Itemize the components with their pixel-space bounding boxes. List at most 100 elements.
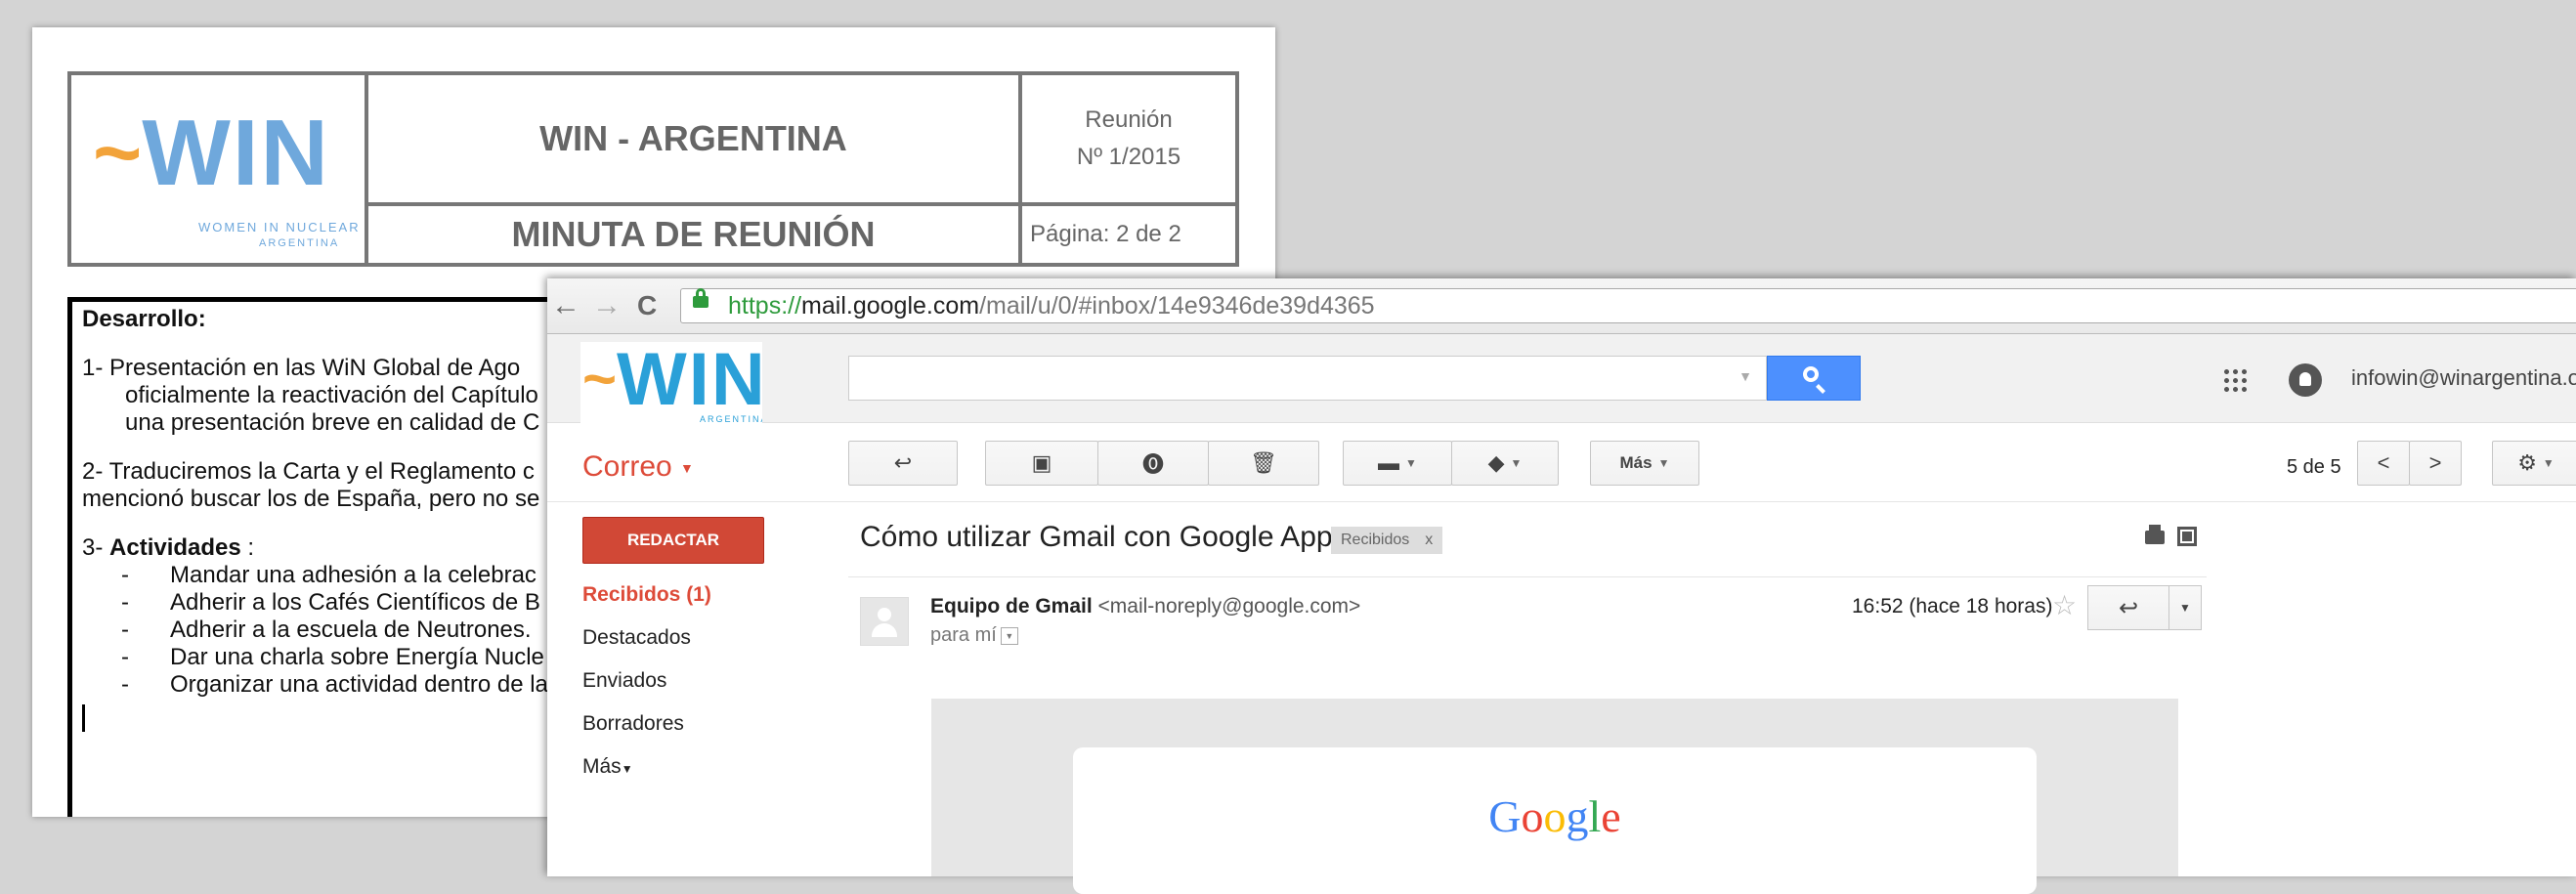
move-to-button[interactable]: ▬ ▼ xyxy=(1343,441,1452,486)
chevron-down-icon: ▼ xyxy=(2542,456,2555,470)
search-input[interactable]: ▼ xyxy=(848,356,1767,401)
document-subtitle: MINUTA DE REUNIÓN xyxy=(511,214,876,254)
forward-button[interactable]: → xyxy=(592,286,622,325)
google-logo: Google xyxy=(1488,791,1621,841)
show-details-icon[interactable]: ▼ xyxy=(1000,626,1018,645)
settings-button[interactable]: ⚙ ▼ xyxy=(2492,441,2576,486)
sidebar-item-sent[interactable]: Enviados xyxy=(582,669,666,693)
spam-icon: ⓿ xyxy=(1141,452,1164,477)
win-logo-country: ARGENTINA xyxy=(259,237,340,249)
recipient-label: para mí xyxy=(930,624,997,646)
message-subject: Cómo utilizar Gmail con Google Apps xyxy=(860,521,1348,553)
older-button[interactable]: > xyxy=(2409,441,2462,486)
mail-switcher-label: Correo xyxy=(582,450,672,483)
win-logo-word: WIN xyxy=(142,101,330,205)
delete-button[interactable]: 🗑 xyxy=(1208,441,1319,486)
win-logo-swoosh-icon: ~ xyxy=(93,106,143,200)
reply-button[interactable]: ↩ xyxy=(2087,585,2169,630)
archive-icon: ▣ xyxy=(1031,450,1052,475)
back-button[interactable]: ← xyxy=(551,286,580,325)
message-card: Google xyxy=(1073,747,2037,894)
compose-button[interactable]: REDACTAR xyxy=(582,517,764,564)
sender-address: <mail-noreply@google.com> xyxy=(1097,595,1361,617)
trash-icon: 🗑 xyxy=(1250,450,1277,475)
item-3-number: 3- xyxy=(82,534,104,561)
sidebar-item-drafts[interactable]: Borradores xyxy=(582,712,684,736)
gmail-toolbar: Correo ▼ ↩ ▣ ⓿ 🗑 ▬ ▼ ◆ ▼ Más ▼ 5 de 5 < > xyxy=(547,423,2576,502)
win-logo-tagline: WOMEN IN NUCLEAR xyxy=(198,220,361,234)
chevron-down-icon: ▼ xyxy=(1657,456,1670,470)
new-window-icon[interactable] xyxy=(2177,527,2197,546)
sidebar-item-more[interactable]: Más▼ xyxy=(582,755,633,779)
meeting-info: Reunión Nº 1/2015 xyxy=(1022,75,1235,206)
document-logo-cell: ~ WIN WOMEN IN NUCLEAR ARGENTINA xyxy=(71,75,368,263)
chevron-down-icon: ▼ xyxy=(1405,456,1417,470)
browser-window: ← → C https://mail.google.com/mail/u/0/#… xyxy=(547,278,2576,894)
pagination-count: 5 de 5 xyxy=(2287,456,2341,478)
back-to-inbox-button[interactable]: ↩ xyxy=(848,441,958,486)
label-chip-text: Recibidos xyxy=(1341,532,1410,548)
sidebar-item-more-label: Más xyxy=(582,755,622,778)
label-tag-icon: ◆ xyxy=(1487,450,1505,475)
print-icon[interactable] xyxy=(2145,525,2165,544)
document-meta-cell: Reunión Nº 1/2015 Página: 2 de 2 xyxy=(1022,75,1235,263)
search-options-icon[interactable]: ▼ xyxy=(1739,368,1752,384)
chevron-down-icon: ▼ xyxy=(680,460,694,477)
chevron-down-icon: ▼ xyxy=(2179,601,2191,615)
star-icon[interactable]: ☆ xyxy=(2052,589,2077,621)
url-path: /mail/u/0/#inbox/14e9346de39d4365 xyxy=(979,292,1375,319)
win-logo: ~ WIN WOMEN IN NUCLEAR ARGENTINA xyxy=(93,101,359,250)
sender-name[interactable]: Equipo de Gmail xyxy=(930,595,1093,617)
chevron-down-icon: ▼ xyxy=(1510,456,1523,470)
apps-grid-icon[interactable] xyxy=(2222,367,2248,393)
url-scheme: https:// xyxy=(728,292,802,319)
item-3-title: Actividades xyxy=(109,534,241,561)
document-header-table: ~ WIN WOMEN IN NUCLEAR ARGENTINA WIN - A… xyxy=(67,71,1239,267)
document-title: WIN - ARGENTINA xyxy=(368,75,1018,206)
search-button[interactable] xyxy=(1767,356,1861,401)
reload-button[interactable]: C xyxy=(637,286,657,325)
url-host: mail.google.com xyxy=(801,292,980,319)
browser-toolbar: ← → C https://mail.google.com/mail/u/0/#… xyxy=(547,278,2576,334)
page-number: Página: 2 de 2 xyxy=(1030,221,1181,247)
org-logo[interactable]: ~ WIN ARGENTINA xyxy=(580,342,762,432)
back-arrow-icon: ↩ xyxy=(893,450,913,475)
report-spam-button[interactable]: ⓿ xyxy=(1097,441,1209,486)
newer-button[interactable]: < xyxy=(2357,441,2410,486)
org-logo-mark: ~ WIN ARGENTINA xyxy=(582,342,762,424)
lock-icon xyxy=(693,288,708,308)
meeting-label: Reunión xyxy=(1085,106,1173,133)
chevron-left-icon: < xyxy=(2377,450,2390,475)
mail-switcher[interactable]: Correo ▼ xyxy=(582,450,694,484)
text-cursor xyxy=(82,704,85,732)
recipient-info: para mí ▼ xyxy=(930,624,1018,647)
chevron-down-icon: ▼ xyxy=(621,762,633,776)
chevron-right-icon: > xyxy=(2428,450,2442,475)
sidebar-item-starred[interactable]: Destacados xyxy=(582,626,691,650)
more-actions-label: Más xyxy=(1619,453,1653,472)
archive-button[interactable]: ▣ xyxy=(985,441,1098,486)
message-timestamp: 16:52 (hace 18 horas) xyxy=(1852,595,2053,617)
inbox-label-chip[interactable]: Recibidos x xyxy=(1331,527,1443,554)
org-logo-word: WIN xyxy=(617,342,762,421)
document-title-cell: WIN - ARGENTINA MINUTA DE REUNIÓN xyxy=(368,75,1022,263)
more-actions-button[interactable]: Más ▼ xyxy=(1590,441,1699,486)
address-bar[interactable]: https://mail.google.com/mail/u/0/#inbox/… xyxy=(680,288,2576,323)
reply-more-button[interactable]: ▼ xyxy=(2168,585,2202,630)
search-icon xyxy=(1803,366,1819,382)
sidebar-item-inbox[interactable]: Recibidos (1) xyxy=(582,583,711,607)
folder-icon: ▬ xyxy=(1378,450,1400,475)
reply-icon: ↩ xyxy=(2118,594,2139,621)
gmail-header: ~ WIN ARGENTINA ▼ infowin@winargentina.o… xyxy=(547,334,2576,432)
remove-label-button[interactable]: x xyxy=(1425,532,1433,548)
labels-button[interactable]: ◆ ▼ xyxy=(1451,441,1559,486)
header-divider xyxy=(848,576,2207,577)
gear-icon: ⚙ xyxy=(2517,450,2537,475)
sender-info: Equipo de Gmail <mail-noreply@google.com… xyxy=(930,595,1360,618)
meeting-number: Nº 1/2015 xyxy=(1076,144,1181,170)
avatar xyxy=(860,597,909,646)
account-email[interactable]: infowin@winargentina.org xyxy=(2351,365,2576,391)
org-logo-swoosh-icon: ~ xyxy=(582,346,618,411)
item-3-colon: : xyxy=(240,534,255,561)
notifications-icon[interactable] xyxy=(2289,363,2322,397)
